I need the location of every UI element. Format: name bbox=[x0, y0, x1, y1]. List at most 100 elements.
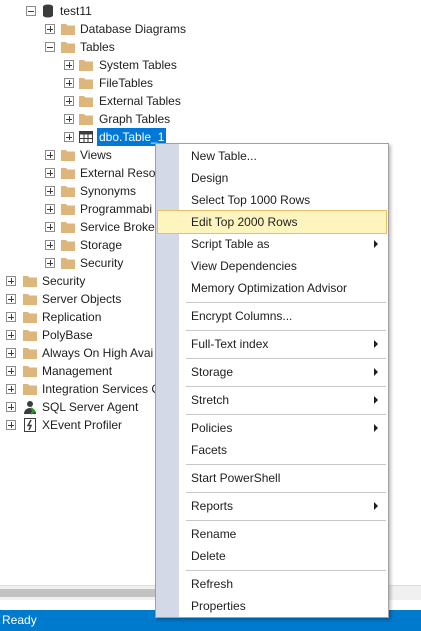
menu-item-start-powershell[interactable]: Start PowerShell bbox=[158, 467, 386, 489]
menu-item-label: Refresh bbox=[191, 577, 234, 591]
menu-item-label: Edit Top 2000 Rows bbox=[191, 215, 298, 229]
submenu-arrow-icon bbox=[374, 424, 378, 432]
tree-node-label: Replication bbox=[42, 310, 102, 324]
folder-icon bbox=[61, 42, 75, 53]
menu-item-new-table[interactable]: New Table... bbox=[158, 145, 386, 167]
collapse-toggle[interactable] bbox=[45, 42, 55, 52]
tree-node-label: Management bbox=[42, 364, 113, 378]
menu-separator bbox=[186, 492, 386, 493]
menu-item-design[interactable]: Design bbox=[158, 167, 386, 189]
expand-toggle[interactable] bbox=[45, 240, 55, 250]
expand-toggle[interactable] bbox=[6, 348, 16, 358]
folder-icon bbox=[79, 96, 93, 107]
expand-toggle[interactable] bbox=[6, 384, 16, 394]
menu-separator bbox=[186, 358, 386, 359]
expand-toggle[interactable] bbox=[45, 150, 55, 160]
expand-toggle[interactable] bbox=[45, 204, 55, 214]
tree-node-label: Security bbox=[80, 256, 124, 270]
expand-toggle[interactable] bbox=[45, 222, 55, 232]
menu-item-label: Delete bbox=[191, 549, 226, 563]
tree-node-label: FileTables bbox=[99, 76, 154, 90]
folder-icon bbox=[61, 150, 75, 161]
menu-item-reports[interactable]: Reports bbox=[158, 495, 386, 517]
folder-icon bbox=[61, 186, 75, 197]
collapse-toggle[interactable] bbox=[26, 6, 36, 16]
folder-icon bbox=[23, 294, 37, 305]
status-text: Ready bbox=[2, 613, 37, 627]
menu-item-view-dependencies[interactable]: View Dependencies bbox=[158, 255, 386, 277]
expand-toggle[interactable] bbox=[64, 60, 74, 70]
menu-item-label: Storage bbox=[191, 365, 234, 379]
menu-item-encrypt-columns[interactable]: Encrypt Columns... bbox=[158, 305, 386, 327]
tree-node-label: External Tables bbox=[99, 94, 181, 108]
expand-toggle[interactable] bbox=[64, 78, 74, 88]
expand-toggle[interactable] bbox=[6, 312, 16, 322]
tree-node-label: Storage bbox=[80, 238, 123, 252]
expand-toggle[interactable] bbox=[6, 366, 16, 376]
folder-icon bbox=[23, 366, 37, 377]
menu-item-label: Facets bbox=[191, 443, 228, 457]
expand-toggle[interactable] bbox=[6, 402, 16, 412]
menu-separator bbox=[186, 302, 386, 303]
tree-node-label: Database Diagrams bbox=[80, 22, 187, 36]
expand-toggle[interactable] bbox=[45, 258, 55, 268]
folder-icon bbox=[23, 312, 37, 323]
menu-item-delete[interactable]: Delete bbox=[158, 545, 386, 567]
expand-toggle[interactable] bbox=[6, 294, 16, 304]
menu-item-refresh[interactable]: Refresh bbox=[158, 573, 386, 595]
tree-node-label: Programmabi bbox=[80, 202, 153, 216]
menu-separator bbox=[186, 570, 386, 571]
tree-node-label: Tables bbox=[80, 40, 115, 54]
menu-item-edit-top-rows[interactable]: Edit Top 2000 Rows bbox=[157, 210, 387, 234]
tree-node-label: PolyBase bbox=[42, 328, 93, 342]
menu-item-select-top-rows[interactable]: Select Top 1000 Rows bbox=[158, 189, 386, 211]
folder-icon bbox=[79, 60, 93, 71]
tree-node-label: Views bbox=[80, 148, 112, 162]
tree-node-label: Synonyms bbox=[80, 184, 137, 198]
folder-icon bbox=[79, 78, 93, 89]
tree-node-label: XEvent Profiler bbox=[42, 418, 123, 432]
menu-item-script-table-as[interactable]: Script Table as bbox=[158, 233, 386, 255]
menu-item-label: Start PowerShell bbox=[191, 471, 281, 485]
menu-item-policies[interactable]: Policies bbox=[158, 417, 386, 439]
expand-toggle[interactable] bbox=[45, 168, 55, 178]
menu-item-rename[interactable]: Rename bbox=[158, 523, 386, 545]
expand-toggle[interactable] bbox=[6, 276, 16, 286]
submenu-arrow-icon bbox=[374, 396, 378, 404]
folder-icon bbox=[61, 222, 75, 233]
menu-item-label: Stretch bbox=[191, 393, 230, 407]
menu-item-label: Select Top 1000 Rows bbox=[191, 193, 311, 207]
tree-node-label: System Tables bbox=[99, 58, 177, 72]
menu-separator bbox=[186, 464, 386, 465]
menu-separator bbox=[186, 414, 386, 415]
xevent-profiler-icon bbox=[24, 418, 36, 432]
menu-item-label: Design bbox=[191, 171, 229, 185]
expand-toggle[interactable] bbox=[64, 114, 74, 124]
menu-item-label: Memory Optimization Advisor bbox=[191, 281, 348, 295]
tree-node-label: Integration Services C bbox=[42, 382, 161, 396]
table-icon bbox=[79, 131, 93, 143]
submenu-arrow-icon bbox=[374, 240, 378, 248]
menu-item-label: Reports bbox=[191, 499, 234, 513]
menu-item-stretch[interactable]: Stretch bbox=[158, 389, 386, 411]
expand-toggle[interactable] bbox=[6, 420, 16, 430]
expand-toggle[interactable] bbox=[45, 24, 55, 34]
menu-separator bbox=[186, 330, 386, 331]
database-icon bbox=[43, 4, 53, 18]
tree-node-label: External Resou bbox=[80, 166, 163, 180]
expand-toggle[interactable] bbox=[45, 186, 55, 196]
expand-toggle[interactable] bbox=[64, 96, 74, 106]
menu-item-label: Properties bbox=[191, 599, 246, 613]
expand-toggle[interactable] bbox=[64, 132, 74, 142]
menu-item-facets[interactable]: Facets bbox=[158, 439, 386, 461]
tree-node-label: Graph Tables bbox=[99, 112, 171, 126]
menu-item-label: Policies bbox=[191, 421, 233, 435]
expand-toggle[interactable] bbox=[6, 330, 16, 340]
tree-node-label: Server Objects bbox=[42, 292, 122, 306]
submenu-arrow-icon bbox=[374, 502, 378, 510]
menu-item-properties[interactable]: Properties bbox=[158, 595, 386, 617]
menu-item-storage[interactable]: Storage bbox=[158, 361, 386, 383]
menu-item-memory-optimization-advisor[interactable]: Memory Optimization Advisor bbox=[158, 277, 386, 299]
tree-node-label: SQL Server Agent bbox=[42, 400, 139, 414]
menu-item-full-text-index[interactable]: Full-Text index bbox=[158, 333, 386, 355]
